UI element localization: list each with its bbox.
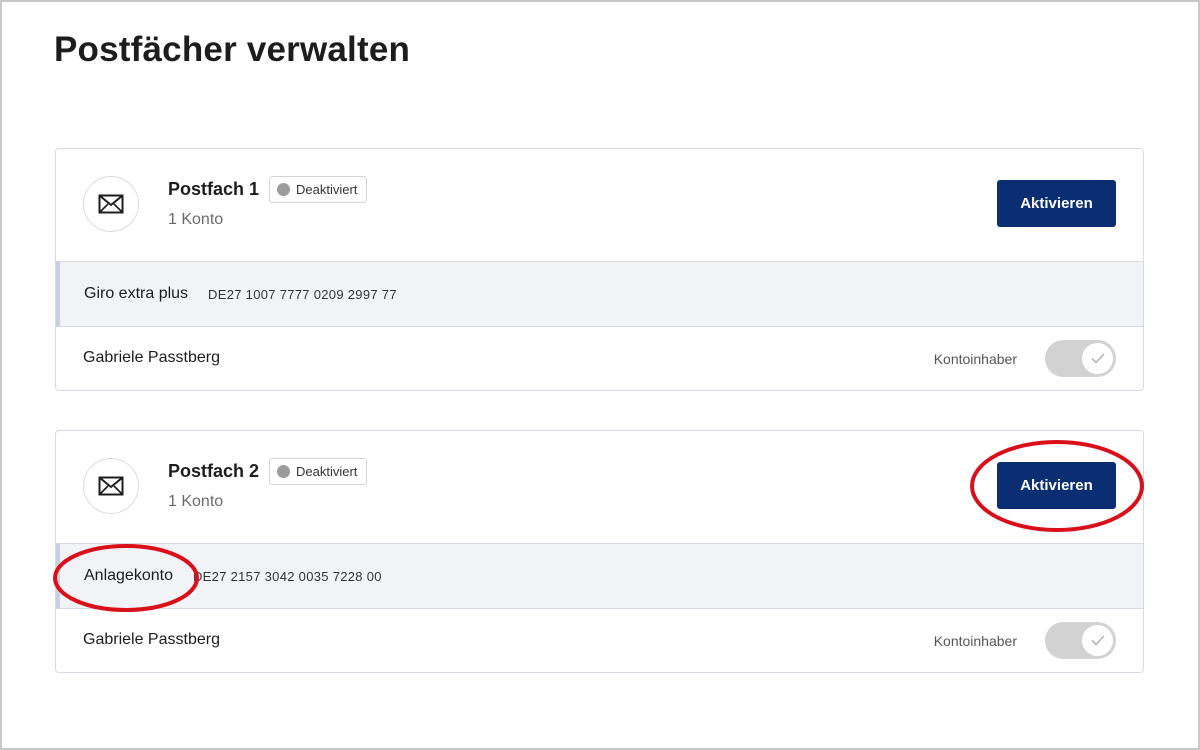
status-label: Deaktiviert bbox=[296, 464, 358, 479]
account-name: Anlagekonto bbox=[84, 567, 173, 584]
status-dot-icon bbox=[277, 183, 290, 196]
status-label: Deaktiviert bbox=[296, 182, 358, 197]
account-iban: DE27 1007 7777 0209 2997 77 bbox=[208, 286, 397, 302]
mailbox-card-2: Postfach 2 Deaktiviert 1 Konto Aktiviere… bbox=[55, 430, 1144, 673]
status-dot-icon bbox=[277, 465, 290, 478]
account-row: Anlagekonto DE27 2157 3042 0035 7228 00 bbox=[56, 543, 1143, 609]
owner-row: Gabriele Passtberg Kontoinhaber bbox=[56, 327, 1143, 390]
envelope-icon bbox=[83, 458, 139, 514]
owner-role: Kontoinhaber bbox=[933, 633, 1017, 649]
mailbox-name: Postfach 2 bbox=[168, 461, 260, 481]
status-badge: Deaktiviert bbox=[269, 176, 368, 203]
mailbox-card-1: Postfach 1 Deaktiviert 1 Konto Aktiviere… bbox=[55, 148, 1144, 391]
envelope-icon bbox=[83, 176, 139, 232]
owner-toggle[interactable] bbox=[1045, 622, 1116, 659]
account-count: 1 Konto bbox=[168, 493, 224, 510]
mailbox-header: Postfach 1 Deaktiviert 1 Konto Aktiviere… bbox=[56, 149, 1143, 261]
checkmark-icon bbox=[1082, 343, 1113, 374]
checkmark-icon bbox=[1082, 625, 1113, 656]
account-iban: DE27 2157 3042 0035 7228 00 bbox=[192, 568, 382, 584]
mailbox-header: Postfach 2 Deaktiviert 1 Konto Aktiviere… bbox=[56, 431, 1143, 543]
account-row: Giro extra plus DE27 1007 7777 0209 2997… bbox=[56, 261, 1143, 327]
status-badge: Deaktiviert bbox=[269, 458, 368, 485]
owner-role: Kontoinhaber bbox=[933, 351, 1017, 367]
page-title: Postfächer verwalten bbox=[54, 30, 411, 69]
mailbox-name: Postfach 1 bbox=[168, 179, 260, 199]
owner-name: Gabriele Passtberg bbox=[83, 349, 220, 366]
account-name: Giro extra plus bbox=[84, 285, 189, 302]
activate-button[interactable]: Aktivieren bbox=[997, 462, 1116, 509]
account-count: 1 Konto bbox=[168, 211, 224, 228]
owner-row: Gabriele Passtberg Kontoinhaber bbox=[56, 609, 1143, 672]
owner-toggle[interactable] bbox=[1045, 340, 1116, 377]
activate-button[interactable]: Aktivieren bbox=[997, 180, 1116, 227]
owner-name: Gabriele Passtberg bbox=[83, 631, 220, 648]
